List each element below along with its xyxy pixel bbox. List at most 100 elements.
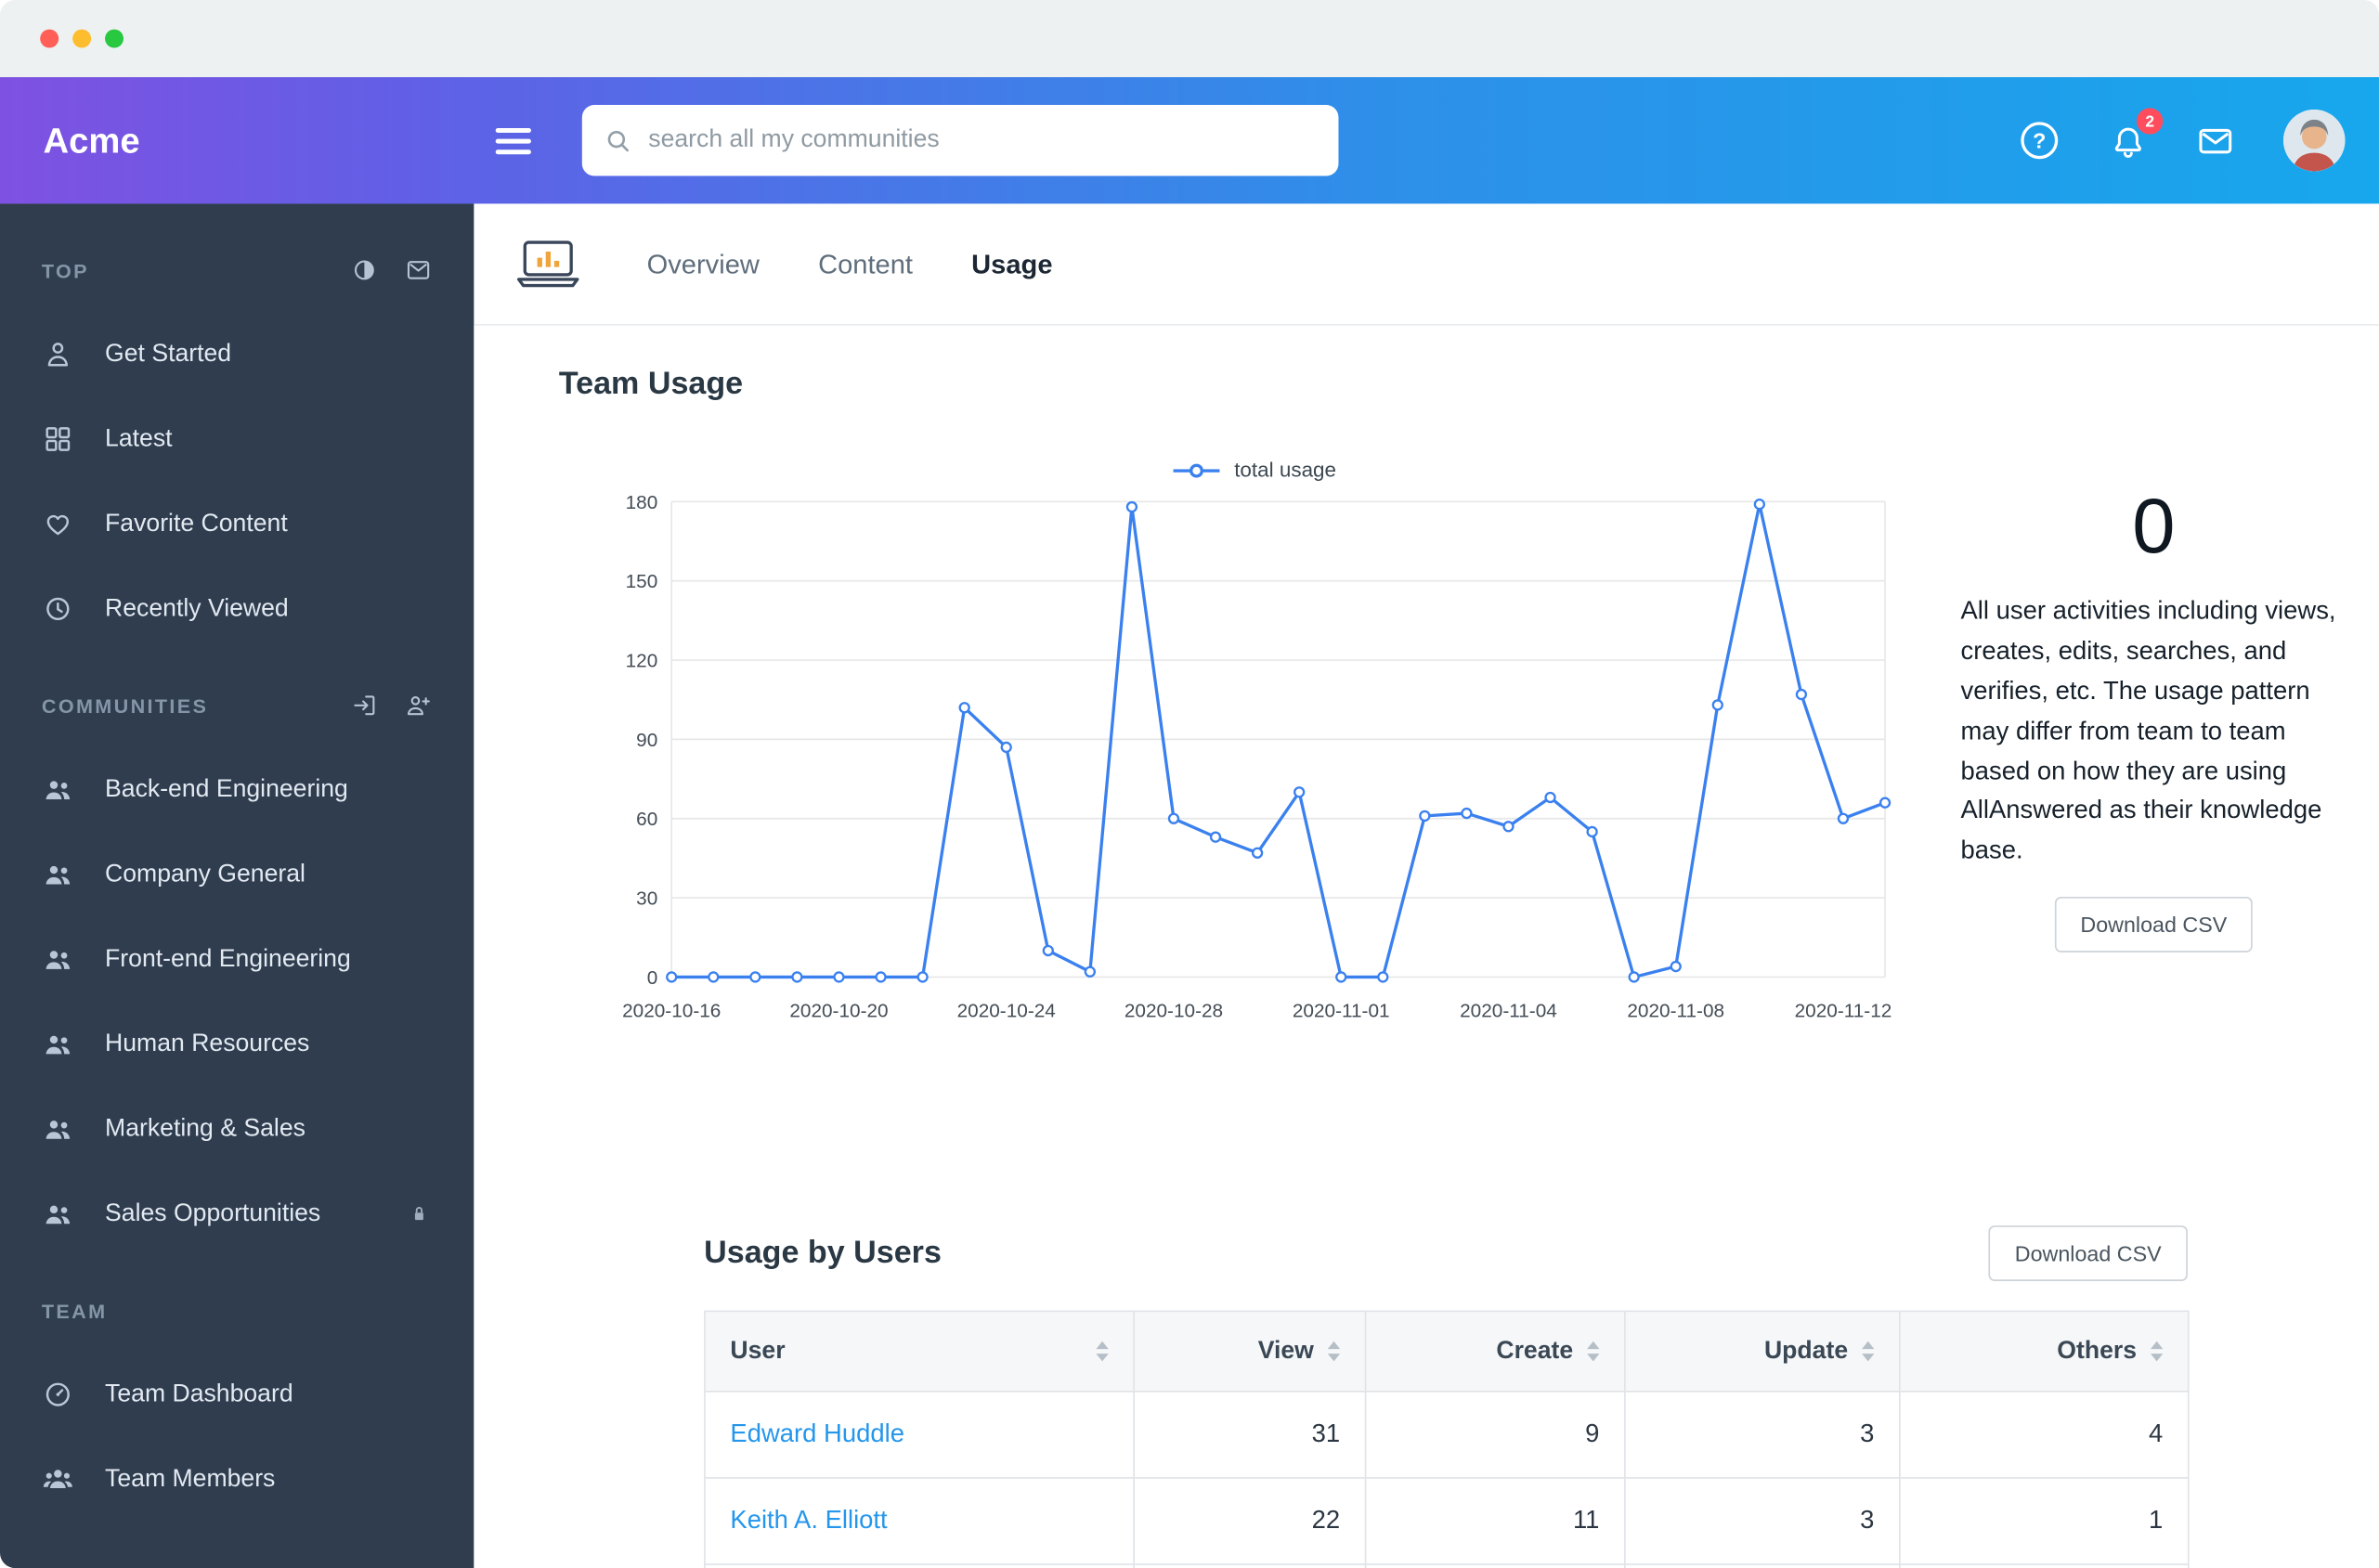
analytics-monitor-icon xyxy=(516,240,579,288)
brand-logo[interactable]: Acme xyxy=(0,120,474,162)
page-title: Team Usage xyxy=(558,366,744,402)
sidebar-item-company-general[interactable]: Company General xyxy=(0,832,474,916)
sidebar-item-label: Human Resources xyxy=(105,1030,310,1057)
cell-view: 22 xyxy=(1133,1477,1367,1565)
search-icon xyxy=(607,130,630,151)
notification-count-badge: 2 xyxy=(2137,108,2164,135)
sidebar-section-top: TOP xyxy=(0,228,474,312)
col-header-create[interactable]: Create xyxy=(1364,1310,1626,1393)
sidebar-item-back-end-engineering[interactable]: Back-end Engineering xyxy=(0,747,474,832)
col-label: Create xyxy=(1496,1337,1574,1364)
theme-contrast-icon[interactable] xyxy=(350,256,378,284)
svg-text:180: 180 xyxy=(626,492,658,513)
sidebar-section-team: TEAM xyxy=(0,1269,474,1353)
user-link[interactable]: Edward Huddle xyxy=(730,1420,904,1448)
usage-summary: 0 All user activities including views, c… xyxy=(1961,483,2347,953)
mail-icon xyxy=(2199,128,2232,153)
col-label: Others xyxy=(2057,1337,2138,1364)
usage-line-chart: 0 30 60 90 120 150 180 2020-10-16 2020-10-20 2020… xyxy=(622,492,1892,1019)
download-users-csv-button[interactable]: Download CSV xyxy=(1988,1225,2188,1281)
col-header-view[interactable]: View xyxy=(1133,1310,1367,1393)
cell-update: 3 xyxy=(1624,1477,1901,1565)
sidebar-item-front-end-engineering[interactable]: Front-end Engineering xyxy=(0,917,474,1002)
usage-by-users-header: Usage by Users Download CSV xyxy=(704,1225,2188,1281)
table-row: Keith A. Elliott 22 11 3 1 xyxy=(704,1477,2190,1565)
sidebar-item-team-dashboard[interactable]: Team Dashboard xyxy=(0,1352,474,1436)
community-people-icon xyxy=(46,951,71,969)
tab-overview[interactable]: Overview xyxy=(647,248,760,280)
download-csv-button[interactable]: Download CSV xyxy=(2054,897,2254,953)
team-members-icon xyxy=(43,1470,72,1489)
svg-text:2020-11-12: 2020-11-12 xyxy=(1795,1001,1892,1019)
tab-usage[interactable]: Usage xyxy=(971,248,1052,280)
window-minimize-button[interactable] xyxy=(72,29,92,48)
sidebar-section-communities: COMMUNITIES xyxy=(0,664,474,747)
chart-legend-item[interactable]: total usage xyxy=(606,459,1904,482)
summary-value: 0 xyxy=(2132,483,2176,570)
sidebar-item-latest[interactable]: Latest xyxy=(0,396,474,481)
user-link[interactable]: Keith A. Elliott xyxy=(730,1507,887,1535)
sidebar: TOP Get Started Latest Favorite Content … xyxy=(0,203,474,1568)
cell-others: 1 xyxy=(1898,1477,2190,1565)
usage-content: Team Usage total usage 0 30 60 90 120 150 180 2… xyxy=(474,325,2379,1568)
legend-marker-icon xyxy=(1174,461,1221,478)
app-header: Acme ? 2 xyxy=(0,77,2379,204)
section-label-top: TOP xyxy=(41,258,89,282)
sidebar-item-human-resources[interactable]: Human Resources xyxy=(0,1002,474,1086)
sidebar-item-label: Marketing & Sales xyxy=(105,1115,306,1142)
col-header-update[interactable]: Update xyxy=(1624,1310,1901,1393)
svg-text:120: 120 xyxy=(626,651,658,672)
compose-message-icon[interactable] xyxy=(405,256,433,284)
heart-icon xyxy=(46,514,70,536)
sidebar-item-label: Latest xyxy=(105,425,173,452)
sidebar-item-marketing-sales[interactable]: Marketing & Sales xyxy=(0,1086,474,1171)
header-actions: ? 2 xyxy=(2020,108,2379,172)
col-header-user[interactable]: User xyxy=(704,1310,1136,1393)
table-header-row: User View Create Update Others xyxy=(704,1310,2190,1393)
sidebar-item-label: Team Dashboard xyxy=(105,1380,293,1407)
svg-text:2020-11-08: 2020-11-08 xyxy=(1627,1001,1724,1019)
sidebar-item-team-members[interactable]: Team Members xyxy=(0,1437,474,1522)
sidebar-item-sales-opportunities[interactable]: Sales Opportunities xyxy=(0,1172,474,1256)
cell-view: 31 xyxy=(1133,1391,1367,1479)
history-icon xyxy=(46,597,70,621)
notifications-button[interactable]: 2 xyxy=(2107,108,2164,161)
add-member-icon[interactable] xyxy=(405,692,433,719)
svg-text:2020-10-24: 2020-10-24 xyxy=(957,1001,1056,1019)
cell-create: 11 xyxy=(1364,1477,1626,1565)
global-search[interactable] xyxy=(581,105,1339,176)
messages-button[interactable] xyxy=(2195,121,2235,161)
svg-text:2020-11-01: 2020-11-01 xyxy=(1293,1001,1390,1019)
sidebar-item-recently-viewed[interactable]: Recently Viewed xyxy=(0,566,474,651)
community-people-icon xyxy=(46,865,71,885)
tab-content[interactable]: Content xyxy=(818,248,913,280)
table-row: Edward Huddle 31 9 3 4 xyxy=(704,1391,2190,1479)
sort-icon xyxy=(1096,1341,1109,1362)
window-zoom-button[interactable] xyxy=(105,29,124,48)
menu-toggle-icon[interactable] xyxy=(495,127,536,154)
get-started-icon xyxy=(47,343,69,367)
cell-create: 9 xyxy=(1364,1391,1626,1479)
col-header-others[interactable]: Others xyxy=(1898,1310,2190,1393)
window-titlebar xyxy=(0,0,2379,78)
join-community-icon[interactable] xyxy=(350,692,378,719)
help-button[interactable]: ? xyxy=(2020,121,2060,161)
window-close-button[interactable] xyxy=(40,29,59,48)
user-avatar[interactable] xyxy=(2282,110,2346,172)
sort-icon xyxy=(1327,1341,1341,1362)
svg-text:60: 60 xyxy=(636,809,657,830)
help-icon: ? xyxy=(2021,122,2059,160)
cell-others: 4 xyxy=(1898,1391,2190,1479)
app-window: Acme ? 2 xyxy=(0,0,2379,1568)
search-input[interactable] xyxy=(648,126,1318,155)
svg-text:150: 150 xyxy=(626,571,658,592)
screenshot-root: Acme ? 2 xyxy=(0,0,2379,1568)
sidebar-item-favorite-content[interactable]: Favorite Content xyxy=(0,482,474,566)
svg-text:0: 0 xyxy=(647,967,658,989)
sidebar-item-label: Company General xyxy=(105,860,306,888)
main-panel: Overview Content Usage Team Usage total … xyxy=(474,203,2379,1568)
sidebar-item-get-started[interactable]: Get Started xyxy=(0,312,474,396)
sidebar-item-label: Favorite Content xyxy=(105,510,288,537)
section-label-team: TEAM xyxy=(41,1299,108,1323)
svg-text:2020-10-20: 2020-10-20 xyxy=(789,1001,888,1019)
